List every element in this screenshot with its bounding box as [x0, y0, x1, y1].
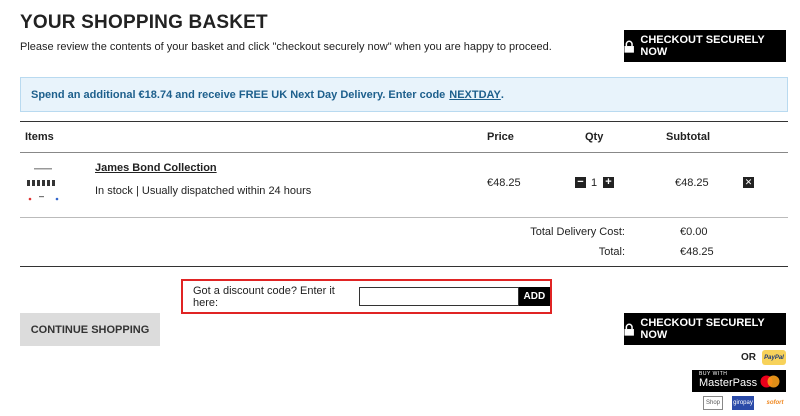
- masterpass-label: MasterPass: [699, 377, 758, 389]
- checkout-label: CHECKOUT SECURELY NOW: [640, 34, 765, 58]
- discount-add-button[interactable]: ADD: [518, 287, 551, 306]
- item-subtotal: €48.25: [675, 177, 709, 189]
- masterpass-button[interactable]: BUY WITH MasterPass: [692, 370, 786, 392]
- paypal-button[interactable]: PayPal: [762, 350, 786, 365]
- divider: [20, 217, 788, 218]
- checkout-button-top[interactable]: CHECKOUT SECURELY NOW: [624, 30, 786, 62]
- divider: [20, 121, 788, 122]
- promo-text: Spend an additional €18.74 and receive F…: [31, 88, 446, 101]
- header-items: Items: [25, 131, 54, 143]
- checkout-button-bottom[interactable]: CHECKOUT SECURELY NOW: [624, 313, 786, 345]
- promo-code-link[interactable]: NEXTDAY: [449, 89, 501, 101]
- promo-suffix: .: [500, 88, 504, 101]
- delivery-cost-label: Total Delivery Cost:: [530, 226, 625, 238]
- total-label: Total:: [598, 246, 625, 258]
- discount-label: Got a discount code? Enter it here:: [193, 284, 335, 309]
- discount-code-input[interactable]: [358, 287, 519, 306]
- stock-status: In stock | Usually dispatched within 24 …: [95, 185, 312, 197]
- divider: [20, 266, 788, 267]
- giropay-badge-icon: giropay: [732, 396, 754, 410]
- delivery-cost-value: €0.00: [680, 226, 708, 238]
- lock-icon: [624, 323, 634, 336]
- product-thumbnail[interactable]: [22, 165, 70, 205]
- continue-shopping-button[interactable]: CONTINUE SHOPPING: [20, 313, 160, 346]
- remove-item-button[interactable]: ✕: [743, 177, 754, 188]
- trust-badge-icon: Shop: [703, 396, 723, 410]
- sofort-badge-icon: sofort: [766, 400, 784, 406]
- page-title: YOUR SHOPPING BASKET: [20, 12, 268, 33]
- promo-banner: Spend an additional €18.74 and receive F…: [20, 77, 788, 112]
- product-name-link[interactable]: James Bond Collection: [95, 162, 217, 174]
- or-label: OR: [741, 352, 756, 363]
- checkout-label: CHECKOUT SECURELY NOW: [640, 317, 765, 341]
- total-value: €48.25: [680, 246, 714, 258]
- page-subtitle: Please review the contents of your baske…: [20, 41, 552, 53]
- qty-value: 1: [591, 177, 598, 189]
- mastercard-logo-icon: [760, 375, 780, 388]
- divider: [20, 152, 788, 153]
- header-price: Price: [487, 131, 514, 143]
- lock-icon: [624, 40, 634, 53]
- item-price: €48.25: [487, 177, 521, 189]
- qty-decrease-button[interactable]: −: [575, 177, 586, 188]
- discount-code-box: Got a discount code? Enter it here: ADD: [181, 279, 552, 314]
- qty-increase-button[interactable]: +: [603, 177, 614, 188]
- header-subtotal: Subtotal: [666, 131, 710, 143]
- header-qty: Qty: [585, 131, 604, 143]
